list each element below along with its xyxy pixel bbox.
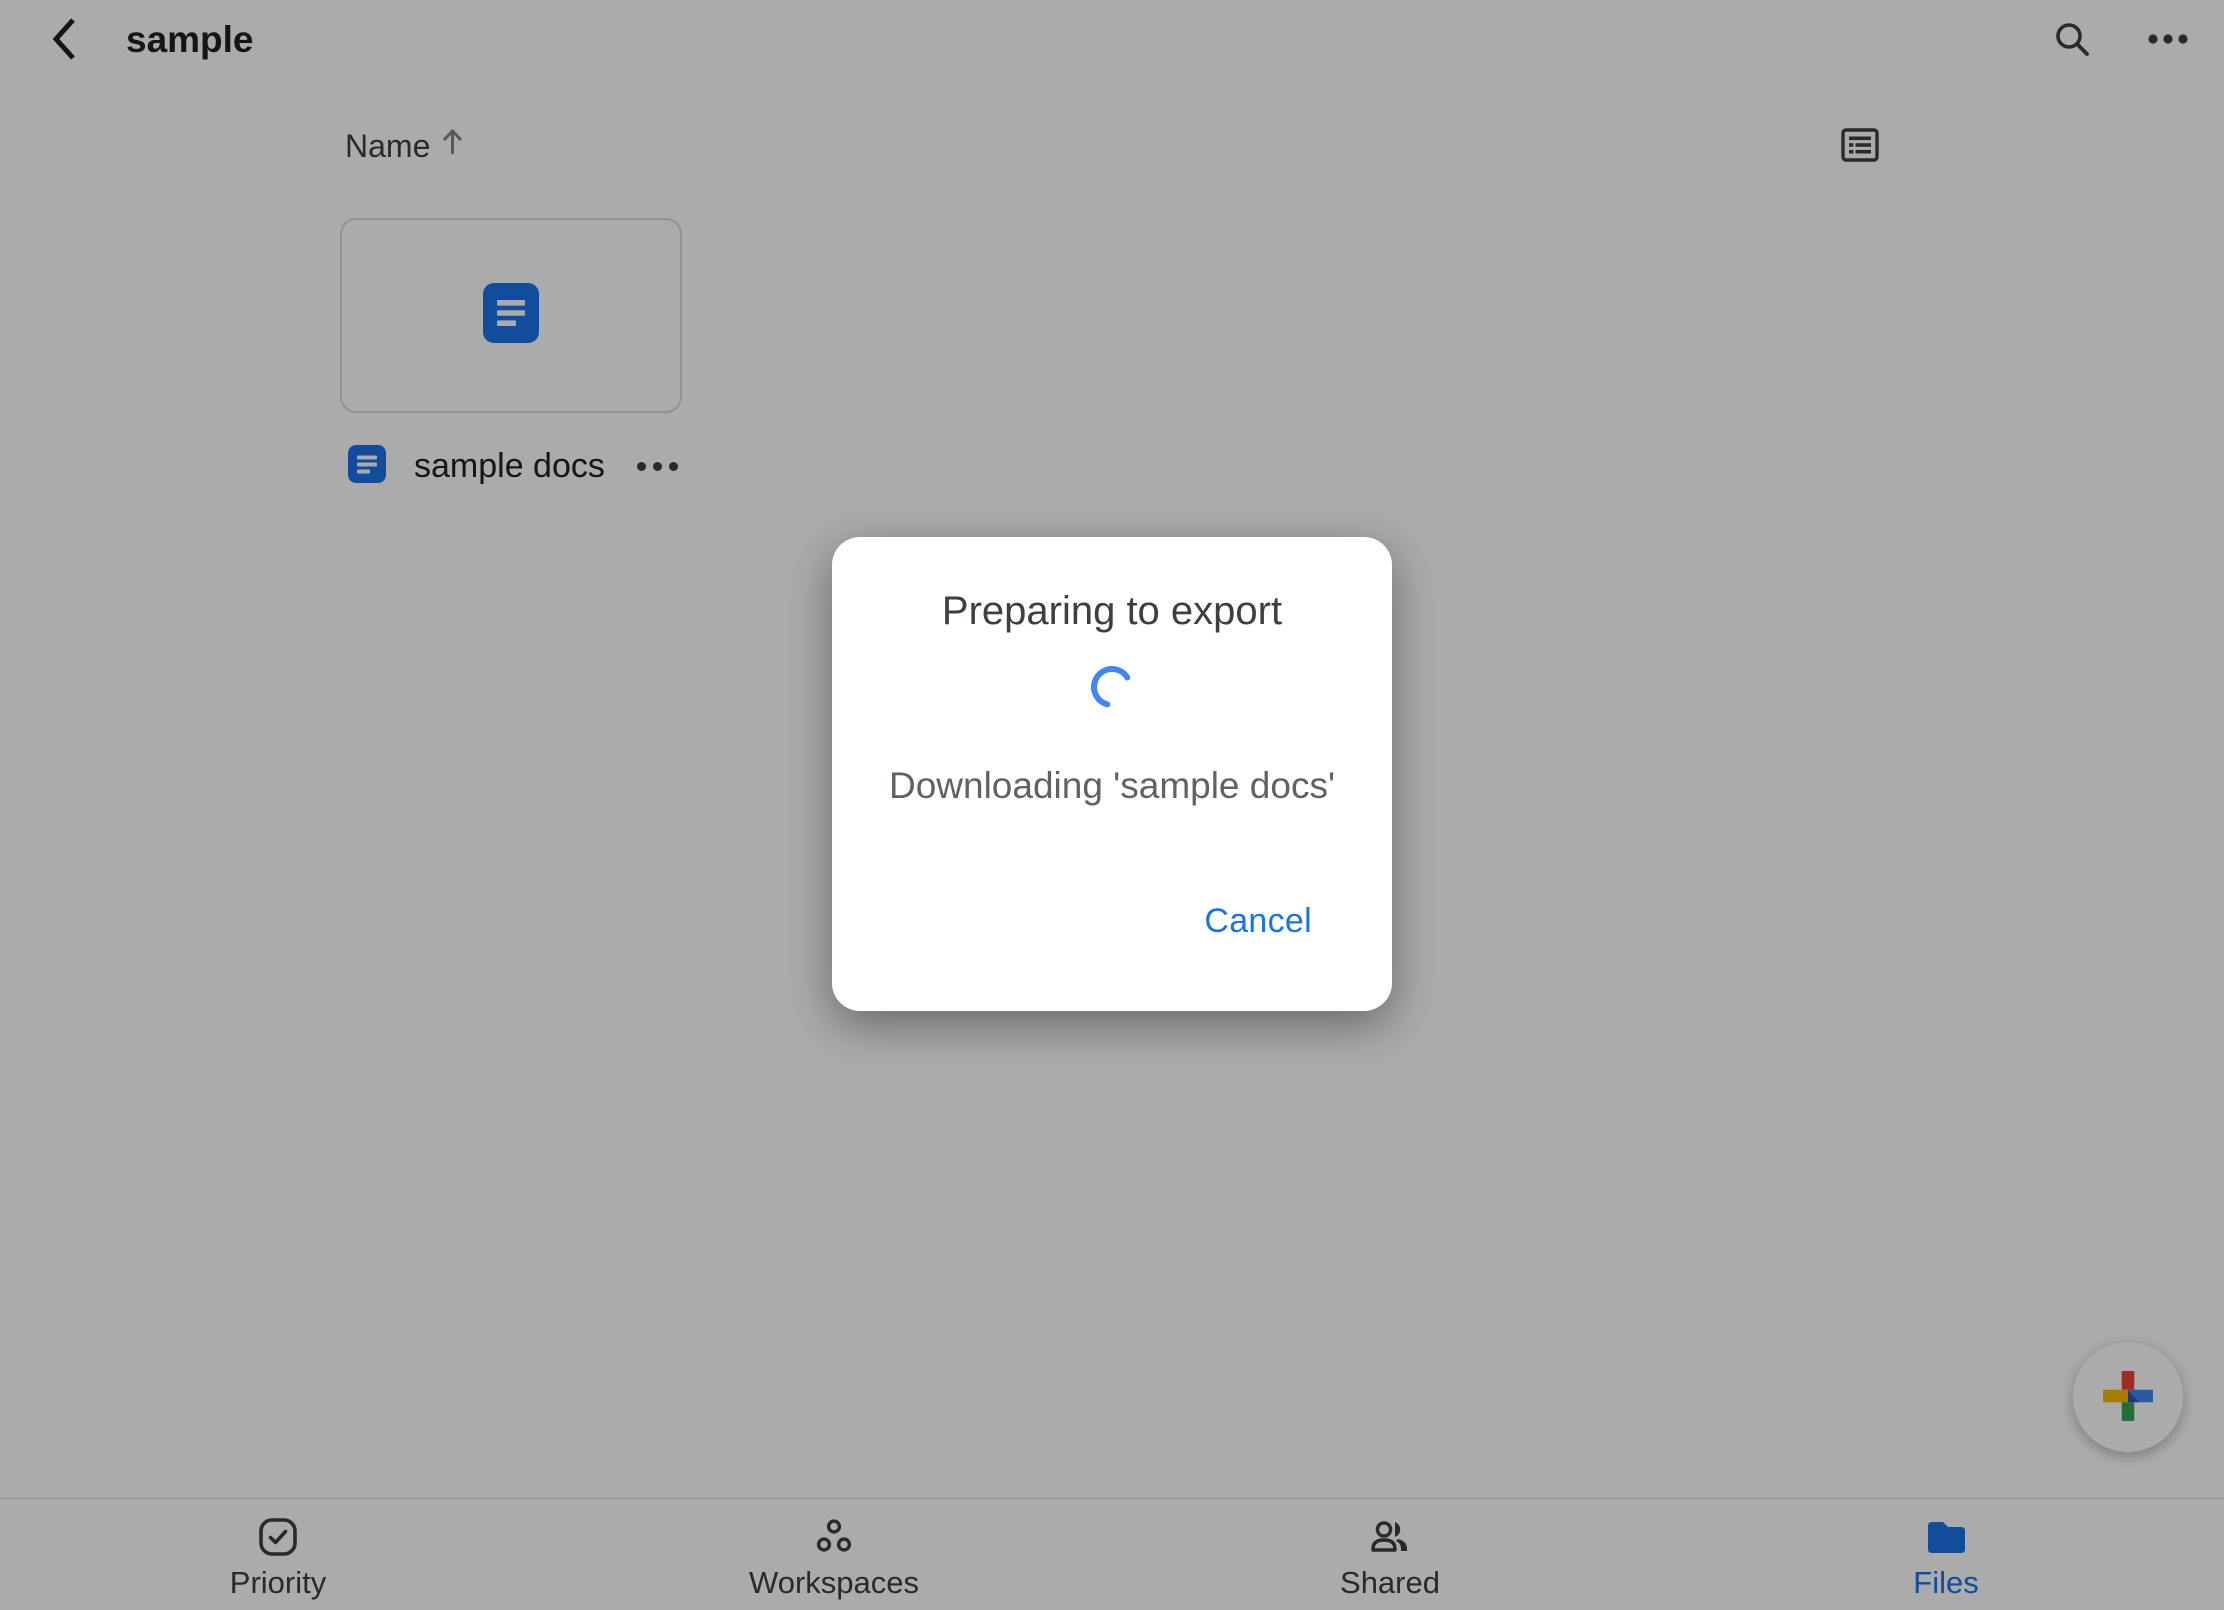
cancel-button[interactable]: Cancel	[1204, 902, 1312, 941]
preparing-to-export-dialog: Preparing to export Downloading 'sample …	[832, 537, 1392, 1011]
dialog-message: Downloading 'sample docs'	[832, 765, 1392, 807]
progress-spinner-icon	[1089, 664, 1135, 715]
dialog-title: Preparing to export	[832, 589, 1392, 634]
